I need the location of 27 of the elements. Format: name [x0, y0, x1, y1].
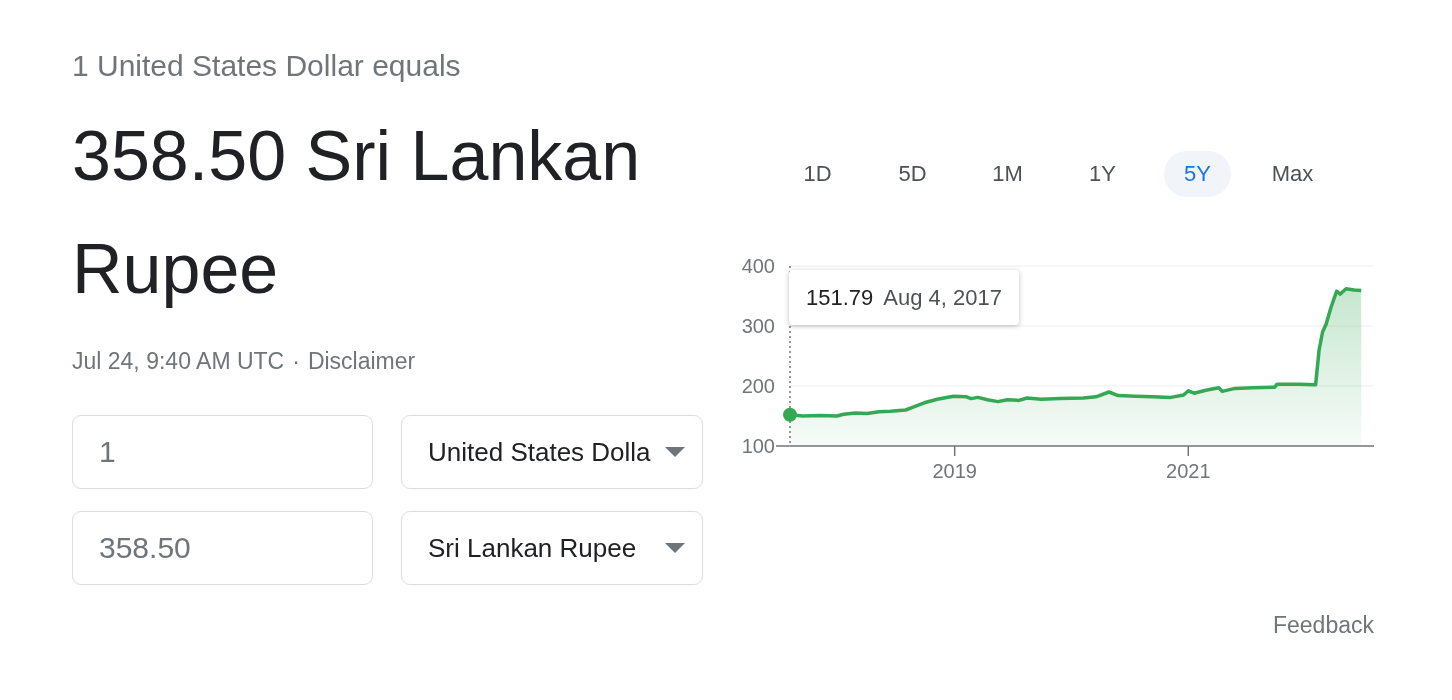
converted-amount-heading: 358.50 Sri Lankan Rupee	[72, 116, 642, 310]
disclaimer-link[interactable]: Disclaimer	[307, 348, 416, 374]
range-tab[interactable]: Max	[1259, 151, 1326, 197]
range-tab[interactable]: 1M	[974, 151, 1041, 197]
timestamp: Jul 24, 9:40 AM UTC	[72, 348, 285, 374]
tooltip-date: Aug 4, 2017	[883, 284, 1002, 311]
tooltip-value: 151.79	[806, 284, 874, 311]
y-axis-label: 300	[741, 315, 775, 337]
y-axis-label: 400	[741, 255, 775, 277]
hover-point-icon	[783, 407, 797, 422]
caret-icon	[665, 447, 685, 457]
amount-input[interactable]: 1	[72, 415, 373, 489]
amount-input[interactable]: 358.50	[72, 511, 373, 585]
range-tab[interactable]: 1Y	[1069, 151, 1136, 197]
range-tab[interactable]: 1D	[784, 151, 851, 197]
x-axis-label: 2019	[932, 460, 977, 482]
caret-icon	[665, 543, 685, 553]
separator-text: ·	[292, 348, 300, 374]
currency-select[interactable]: United States Dolla	[401, 415, 703, 489]
range-tab[interactable]: 5D	[879, 151, 946, 197]
y-axis-label: 100	[741, 435, 775, 457]
conversion-caption: 1 United States Dollar equals	[72, 48, 462, 84]
feedback-link[interactable]: Feedback	[1273, 612, 1374, 638]
currency-select[interactable]: Sri Lankan Rupee	[401, 511, 703, 585]
x-axis-label: 2021	[1166, 460, 1211, 482]
range-tab[interactable]: 5Y	[1164, 151, 1231, 197]
y-axis-label: 200	[741, 375, 775, 397]
